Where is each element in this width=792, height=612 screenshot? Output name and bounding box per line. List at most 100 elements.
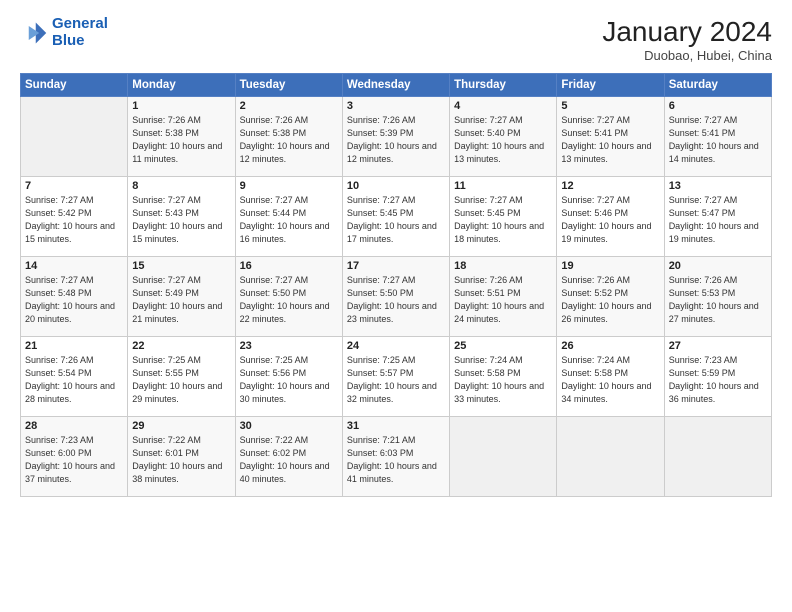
day-info: Sunrise: 7:27 AM Sunset: 5:47 PM Dayligh… xyxy=(669,194,767,246)
day-cell: 21 Sunrise: 7:26 AM Sunset: 5:54 PM Dayli… xyxy=(21,337,128,417)
logo-line2: Blue xyxy=(52,32,85,49)
day-cell: 15 Sunrise: 7:27 AM Sunset: 5:49 PM Dayli… xyxy=(128,257,235,337)
day-info: Sunrise: 7:26 AM Sunset: 5:38 PM Dayligh… xyxy=(132,114,230,166)
day-cell: 17 Sunrise: 7:27 AM Sunset: 5:50 PM Dayli… xyxy=(342,257,449,337)
page: General Blue January 2024 Duobao, Hubei,… xyxy=(0,0,792,612)
week-row-0: 1 Sunrise: 7:26 AM Sunset: 5:38 PM Daylig… xyxy=(21,97,772,177)
day-cell: 22Sunrise: 7:25 AM Sunset: 5:55 PM Dayli… xyxy=(128,337,235,417)
day-info: Sunrise: 7:26 AM Sunset: 5:54 PM Dayligh… xyxy=(25,354,123,406)
day-number: 16 xyxy=(240,260,338,272)
day-info: Sunrise: 7:24 AM Sunset: 5:58 PM Dayligh… xyxy=(561,354,659,406)
month-title: January 2024 xyxy=(602,16,772,48)
day-number: 20 xyxy=(669,260,767,272)
calendar-table: Sunday Monday Tuesday Wednesday Thursday… xyxy=(20,73,772,497)
day-cell: 24 Sunrise: 7:25 AM Sunset: 5:57 PM Dayli… xyxy=(342,337,449,417)
day-cell: 20 Sunrise: 7:26 AM Sunset: 5:53 PM Dayli… xyxy=(664,257,771,337)
day-info: Sunrise: 7:26 AM Sunset: 5:38 PM Dayligh… xyxy=(240,114,338,166)
col-thursday: Thursday xyxy=(450,74,557,97)
day-info: Sunrise: 7:23 AM Sunset: 6:00 PM Dayligh… xyxy=(25,434,123,486)
day-cell: 16 Sunrise: 7:27 AM Sunset: 5:50 PM Dayli… xyxy=(235,257,342,337)
day-cell: 28 Sunrise: 7:23 AM Sunset: 6:00 PM Dayli… xyxy=(21,417,128,497)
day-number: 11 xyxy=(454,180,552,192)
day-number: 31 xyxy=(347,420,445,432)
day-info: Sunrise: 7:26 AM Sunset: 5:39 PM Dayligh… xyxy=(347,114,445,166)
col-wednesday: Wednesday xyxy=(342,74,449,97)
day-number: 12 xyxy=(561,180,659,192)
day-number: 13 xyxy=(669,180,767,192)
day-cell: 5 Sunrise: 7:27 AM Sunset: 5:41 PM Daylig… xyxy=(557,97,664,177)
day-info: Sunrise: 7:26 AM Sunset: 5:53 PM Dayligh… xyxy=(669,274,767,326)
day-number: 29 xyxy=(132,420,230,432)
col-sunday: Sunday xyxy=(21,74,128,97)
col-saturday: Saturday xyxy=(664,74,771,97)
day-info: Sunrise: 7:27 AM Sunset: 5:48 PM Dayligh… xyxy=(25,274,123,326)
col-tuesday: Tuesday xyxy=(235,74,342,97)
day-number: 10 xyxy=(347,180,445,192)
day-cell: 13 Sunrise: 7:27 AM Sunset: 5:47 PM Dayli… xyxy=(664,177,771,257)
day-number: 8 xyxy=(132,180,230,192)
day-cell: 18Sunrise: 7:26 AM Sunset: 5:51 PM Dayli… xyxy=(450,257,557,337)
day-cell: 3 Sunrise: 7:26 AM Sunset: 5:39 PM Daylig… xyxy=(342,97,449,177)
day-info: Sunrise: 7:26 AM Sunset: 5:51 PM Dayligh… xyxy=(454,274,552,326)
day-number: 14 xyxy=(25,260,123,272)
day-cell: 6Sunrise: 7:27 AM Sunset: 5:41 PM Daylig… xyxy=(664,97,771,177)
day-number: 27 xyxy=(669,340,767,352)
day-cell xyxy=(450,417,557,497)
day-number: 3 xyxy=(347,100,445,112)
day-number: 17 xyxy=(347,260,445,272)
day-cell xyxy=(557,417,664,497)
day-number: 9 xyxy=(240,180,338,192)
day-cell: 10Sunrise: 7:27 AM Sunset: 5:45 PM Dayli… xyxy=(342,177,449,257)
col-friday: Friday xyxy=(557,74,664,97)
day-number: 6 xyxy=(669,100,767,112)
day-cell: 12Sunrise: 7:27 AM Sunset: 5:46 PM Dayli… xyxy=(557,177,664,257)
day-info: Sunrise: 7:23 AM Sunset: 5:59 PM Dayligh… xyxy=(669,354,767,406)
day-cell: 29 Sunrise: 7:22 AM Sunset: 6:01 PM Dayli… xyxy=(128,417,235,497)
day-info: Sunrise: 7:27 AM Sunset: 5:50 PM Dayligh… xyxy=(347,274,445,326)
day-cell: 11Sunrise: 7:27 AM Sunset: 5:45 PM Dayli… xyxy=(450,177,557,257)
day-number: 1 xyxy=(132,100,230,112)
day-cell: 4Sunrise: 7:27 AM Sunset: 5:40 PM Daylig… xyxy=(450,97,557,177)
day-info: Sunrise: 7:27 AM Sunset: 5:50 PM Dayligh… xyxy=(240,274,338,326)
day-cell: 1 Sunrise: 7:26 AM Sunset: 5:38 PM Daylig… xyxy=(128,97,235,177)
day-info: Sunrise: 7:27 AM Sunset: 5:41 PM Dayligh… xyxy=(561,114,659,166)
day-number: 4 xyxy=(454,100,552,112)
day-info: Sunrise: 7:27 AM Sunset: 5:44 PM Dayligh… xyxy=(240,194,338,246)
logo-line1: General xyxy=(52,15,108,32)
logo-icon xyxy=(20,19,48,47)
day-number: 28 xyxy=(25,420,123,432)
day-cell: 7Sunrise: 7:27 AM Sunset: 5:42 PM Daylig… xyxy=(21,177,128,257)
day-number: 24 xyxy=(347,340,445,352)
day-cell: 26 Sunrise: 7:24 AM Sunset: 5:58 PM Dayli… xyxy=(557,337,664,417)
day-cell: 25Sunrise: 7:24 AM Sunset: 5:58 PM Dayli… xyxy=(450,337,557,417)
day-info: Sunrise: 7:24 AM Sunset: 5:58 PM Dayligh… xyxy=(454,354,552,406)
day-number: 15 xyxy=(132,260,230,272)
week-row-1: 7Sunrise: 7:27 AM Sunset: 5:42 PM Daylig… xyxy=(21,177,772,257)
day-number: 2 xyxy=(240,100,338,112)
title-block: January 2024 Duobao, Hubei, China xyxy=(602,16,772,63)
logo-text: General Blue xyxy=(52,16,108,49)
logo: General Blue xyxy=(20,16,108,49)
day-cell: 27 Sunrise: 7:23 AM Sunset: 5:59 PM Dayli… xyxy=(664,337,771,417)
day-info: Sunrise: 7:27 AM Sunset: 5:49 PM Dayligh… xyxy=(132,274,230,326)
day-cell: 9 Sunrise: 7:27 AM Sunset: 5:44 PM Daylig… xyxy=(235,177,342,257)
day-number: 19 xyxy=(561,260,659,272)
day-number: 30 xyxy=(240,420,338,432)
day-number: 21 xyxy=(25,340,123,352)
day-info: Sunrise: 7:25 AM Sunset: 5:55 PM Dayligh… xyxy=(132,354,230,406)
day-info: Sunrise: 7:25 AM Sunset: 5:56 PM Dayligh… xyxy=(240,354,338,406)
day-cell: 8Sunrise: 7:27 AM Sunset: 5:43 PM Daylig… xyxy=(128,177,235,257)
col-monday: Monday xyxy=(128,74,235,97)
day-info: Sunrise: 7:22 AM Sunset: 6:01 PM Dayligh… xyxy=(132,434,230,486)
day-number: 5 xyxy=(561,100,659,112)
week-row-3: 21 Sunrise: 7:26 AM Sunset: 5:54 PM Dayli… xyxy=(21,337,772,417)
day-info: Sunrise: 7:25 AM Sunset: 5:57 PM Dayligh… xyxy=(347,354,445,406)
day-cell: 23Sunrise: 7:25 AM Sunset: 5:56 PM Dayli… xyxy=(235,337,342,417)
day-cell: 14 Sunrise: 7:27 AM Sunset: 5:48 PM Dayli… xyxy=(21,257,128,337)
day-info: Sunrise: 7:26 AM Sunset: 5:52 PM Dayligh… xyxy=(561,274,659,326)
header-row: Sunday Monday Tuesday Wednesday Thursday… xyxy=(21,74,772,97)
day-number: 26 xyxy=(561,340,659,352)
location: Duobao, Hubei, China xyxy=(602,48,772,63)
day-cell: 30Sunrise: 7:22 AM Sunset: 6:02 PM Dayli… xyxy=(235,417,342,497)
day-cell: 2 Sunrise: 7:26 AM Sunset: 5:38 PM Daylig… xyxy=(235,97,342,177)
